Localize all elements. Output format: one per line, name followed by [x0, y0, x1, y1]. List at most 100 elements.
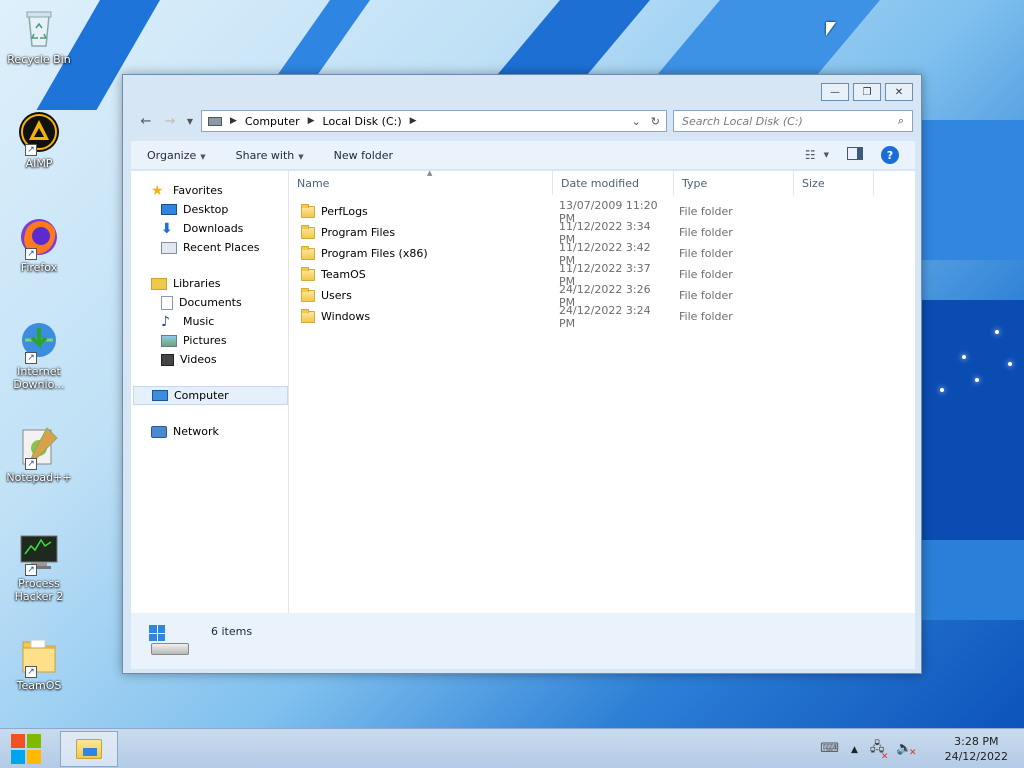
column-header-size[interactable]: Size	[794, 171, 874, 195]
folder-icon	[301, 266, 315, 281]
nav-downloads[interactable]: ⬇ Downloads	[131, 219, 288, 238]
nav-label: Computer	[174, 389, 229, 402]
column-header-date-modified[interactable]: Date modified	[553, 171, 674, 195]
nav-label: Downloads	[183, 222, 244, 235]
title-bar[interactable]: — ❐ ✕	[123, 75, 921, 111]
desktop-icon-label: Internet Downlo...	[13, 365, 65, 391]
column-header-label: Name	[297, 176, 330, 190]
breadcrumb-local-disk[interactable]: Local Disk (C:)	[323, 115, 402, 128]
desktop-icon-label: Process Hacker 2	[14, 577, 64, 603]
preview-pane-button[interactable]	[847, 147, 863, 163]
file-name: TeamOS	[321, 268, 366, 281]
aimp-icon: ↗	[17, 110, 61, 156]
notepad-plus-plus-icon: ↗	[17, 424, 61, 470]
breadcrumb-separator-icon: ▶	[230, 116, 237, 126]
nav-desktop[interactable]: Desktop	[131, 200, 288, 219]
nav-label: Favorites	[173, 184, 223, 197]
nav-label: Pictures	[183, 334, 227, 347]
breadcrumb-separator-icon: ▶	[409, 116, 417, 126]
share-with-button[interactable]: Share with ▼	[236, 149, 304, 162]
desktop-icon-label: TeamOS	[16, 679, 62, 692]
help-button[interactable]: ?	[881, 146, 899, 164]
forward-button[interactable]: →	[161, 112, 179, 130]
desktop-icon	[161, 204, 177, 215]
column-header-type[interactable]: Type	[674, 171, 794, 195]
taskbar: ⌨ ▲ 🖧 ✕ 🔈 ✕ 3:28 PM 24/12/2022	[0, 728, 1024, 768]
minimize-icon: —	[830, 86, 840, 98]
column-header-label: Type	[682, 176, 708, 190]
desktop-icon-recycle-bin[interactable]: Recycle Bin	[4, 6, 74, 66]
new-folder-button[interactable]: New folder	[334, 149, 393, 162]
nav-pictures[interactable]: Pictures	[131, 331, 288, 350]
desktop-icon-notepad-plus-plus[interactable]: ↗ Notepad++	[4, 424, 74, 484]
navigation-bar: ← → ▼ ▶ Computer ▶ Local Disk (C:) ▶ ⌄ ↻…	[137, 109, 913, 133]
table-row[interactable]: Windows 24/12/2022 3:24 PM File folder	[289, 304, 915, 330]
show-hidden-icons-button[interactable]: ▲	[851, 742, 858, 755]
firefox-icon: ↗	[17, 214, 61, 260]
sort-ascending-icon: ▲	[427, 169, 433, 177]
clock[interactable]: 3:28 PM 24/12/2022	[945, 734, 1008, 764]
network-disconnected-icon[interactable]: 🖧 ✕	[870, 738, 889, 762]
process-hacker-icon: ↗	[17, 530, 61, 576]
refresh-button[interactable]: ↻	[651, 115, 660, 128]
clock-date: 24/12/2022	[944, 749, 1008, 763]
nav-music[interactable]: ♪ Music	[131, 312, 288, 331]
desktop-icon-aimp[interactable]: ↗ AIMP	[4, 110, 74, 170]
change-view-button[interactable]: ☷ ▼	[805, 148, 829, 162]
folder-icon	[301, 203, 315, 218]
nav-libraries[interactable]: Libraries	[131, 274, 288, 293]
search-box[interactable]: Search Local Disk (C:) ⌕	[673, 110, 913, 132]
desktop-icon-internet-download-manager[interactable]: ↗ Internet Downlo...	[4, 318, 74, 391]
nav-network[interactable]: Network	[131, 422, 288, 441]
desktop-icon-process-hacker-2[interactable]: ↗ Process Hacker 2	[4, 530, 74, 603]
nav-favorites[interactable]: ★ Favorites	[131, 181, 288, 200]
minimize-button[interactable]: —	[821, 83, 849, 101]
column-header-name[interactable]: Name	[289, 171, 553, 195]
keyboard-icon[interactable]: ⌨	[820, 741, 839, 756]
recycle-bin-icon	[17, 6, 61, 50]
shortcut-arrow-icon: ↗	[25, 248, 37, 260]
organize-label: Organize	[147, 148, 197, 162]
chevron-down-icon: ⌄	[631, 114, 641, 128]
taskbar-file-explorer-button[interactable]	[60, 730, 118, 767]
folder-icon	[301, 245, 315, 260]
breadcrumb-computer[interactable]: Computer	[245, 115, 300, 128]
chevron-up-icon: ▲	[850, 745, 858, 755]
close-icon: ✕	[894, 86, 904, 98]
address-dropdown-button[interactable]: ⌄	[632, 115, 641, 128]
file-type: File folder	[679, 205, 733, 218]
back-button[interactable]: ←	[137, 112, 155, 130]
desktop-icon-teamos[interactable]: ↗ TeamOS	[4, 632, 74, 692]
close-button[interactable]: ✕	[885, 83, 913, 101]
nav-videos[interactable]: Videos	[131, 350, 288, 369]
desktop-icon-firefox[interactable]: ↗ Firefox	[4, 214, 74, 274]
command-bar: Organize ▼ Share with ▼ New folder ☷ ▼ ?	[131, 141, 915, 169]
breadcrumb-separator-icon: ▶	[307, 116, 315, 126]
file-list[interactable]: ▲ Name Date modified Type Size PerfLogs …	[289, 169, 915, 613]
nav-recent-places[interactable]: Recent Places	[131, 238, 288, 257]
libraries-icon	[151, 277, 167, 290]
volume-muted-icon[interactable]: 🔈 ✕	[896, 741, 916, 758]
video-film-icon	[161, 353, 174, 366]
nav-label: Recent Places	[183, 241, 260, 254]
item-count: 6 items	[211, 625, 253, 638]
organize-button[interactable]: Organize ▼	[147, 149, 206, 162]
mouse-cursor-icon	[826, 22, 836, 36]
file-type: File folder	[679, 226, 733, 239]
search-placeholder: Search Local Disk (C:)	[682, 114, 803, 128]
document-icon	[161, 295, 173, 310]
nav-computer[interactable]: Computer	[133, 386, 288, 405]
start-button[interactable]	[0, 729, 52, 768]
maximize-button[interactable]: ❐	[853, 83, 881, 101]
navigation-pane[interactable]: ★ Favorites Desktop ⬇ Downloads Recent P…	[131, 171, 289, 613]
nav-documents[interactable]: Documents	[131, 293, 288, 312]
column-header-label: Date modified	[561, 176, 639, 190]
content-area: ★ Favorites Desktop ⬇ Downloads Recent P…	[131, 169, 915, 613]
address-bar[interactable]: ▶ Computer ▶ Local Disk (C:) ▶ ⌄ ↻	[201, 110, 667, 132]
nav-label: Videos	[180, 353, 217, 366]
file-name: Program Files	[321, 226, 396, 239]
folder-icon	[76, 738, 102, 759]
recent-pages-button[interactable]: ▼	[185, 112, 195, 130]
local-disk-icon	[149, 625, 193, 659]
clock-time: 3:28 PM	[954, 734, 999, 748]
